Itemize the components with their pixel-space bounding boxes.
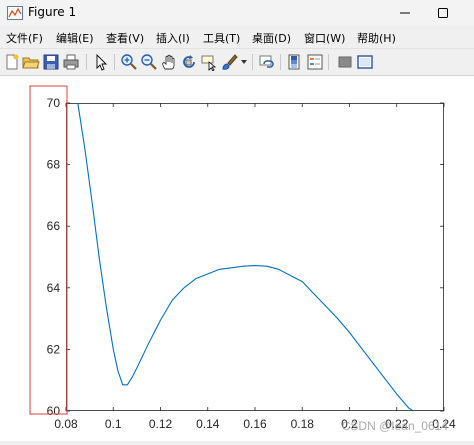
y-tick-label: 70 — [47, 96, 61, 110]
plot-area — [66, 103, 444, 411]
toolbar-separator — [328, 54, 329, 70]
highlight-box — [29, 85, 68, 415]
y-tick-label: 66 — [47, 219, 61, 233]
toolbar-separator — [114, 54, 115, 70]
menu-view[interactable]: 查看(V) — [106, 30, 144, 46]
save-icon[interactable] — [42, 53, 60, 71]
menu-tools[interactable]: 工具(T) — [203, 30, 240, 46]
line-plot[interactable]: 0.08 0.1 0.12 0.14 0.16 0.18 0.2 0.22 0.24606264… — [0, 76, 474, 441]
title-bar: Figure 1 — [0, 0, 474, 26]
hide-plot-tools-icon[interactable] — [336, 53, 354, 71]
open-file-icon[interactable] — [22, 53, 40, 71]
maximize-icon — [438, 8, 448, 18]
figure-canvas: 0.08 0.1 0.12 0.14 0.16 0.18 0.2 0.22 0.24 60 62 64… — [0, 76, 474, 441]
x-tick-label: 0.12 — [149, 417, 173, 431]
brush-icon[interactable] — [220, 53, 238, 71]
menu-insert[interactable]: 插入(I) — [156, 30, 190, 46]
menu-file[interactable]: 文件(F) — [6, 30, 43, 46]
x-tick-label: 0.08 — [54, 417, 78, 431]
zoom-in-icon[interactable] — [120, 53, 138, 71]
pointer-icon[interactable] — [92, 53, 110, 71]
menu-window[interactable]: 窗口(W) — [304, 30, 345, 46]
menu-edit[interactable]: 编辑(E) — [56, 30, 94, 46]
menu-help[interactable]: 帮助(H) — [357, 30, 396, 46]
y-tick-label: 62 — [47, 342, 61, 356]
y-tick-label: 60 — [47, 404, 61, 418]
minimize-icon — [400, 12, 410, 14]
maximize-button[interactable] — [420, 0, 466, 26]
window-title: Figure 1 — [28, 5, 77, 19]
matlab-figure-icon — [7, 6, 23, 20]
x-tick-label: 0.1 — [105, 417, 122, 431]
axes-background — [66, 103, 444, 411]
x-tick-label: 0.14 — [196, 417, 220, 431]
data-cursor-icon[interactable] — [200, 53, 218, 71]
rotate-3d-icon[interactable] — [180, 53, 198, 71]
menu-desktop[interactable]: 桌面(D) — [252, 30, 291, 46]
y-tick-label: 64 — [47, 281, 61, 295]
menu-bar: 文件(F) 编辑(E) 查看(V) 插入(I) 工具(T) 桌面(D) 窗口(W… — [0, 27, 474, 47]
new-figure-icon[interactable] — [3, 53, 21, 71]
figure-toolbar — [0, 48, 474, 76]
show-plot-tools-icon[interactable] — [356, 53, 374, 71]
chevron-down-icon[interactable] — [240, 59, 248, 65]
x-tick-label: 0.18 — [291, 417, 315, 431]
legend-icon[interactable] — [306, 53, 324, 71]
x-tick-label: 0.16 — [243, 417, 267, 431]
y-axis-highlight-box — [29, 85, 68, 415]
toolbar-separator — [252, 54, 253, 70]
pan-hand-icon[interactable] — [160, 53, 178, 71]
toolbar-separator — [280, 54, 281, 70]
print-icon[interactable] — [62, 53, 80, 71]
link-plot-icon[interactable] — [258, 53, 276, 71]
y-tick-label: 68 — [47, 158, 61, 172]
toolbar-separator — [86, 54, 87, 70]
colorbar-icon[interactable] — [286, 53, 304, 71]
zoom-out-icon[interactable] — [140, 53, 158, 71]
watermark: CSDN @Iean_0614 — [342, 419, 449, 433]
